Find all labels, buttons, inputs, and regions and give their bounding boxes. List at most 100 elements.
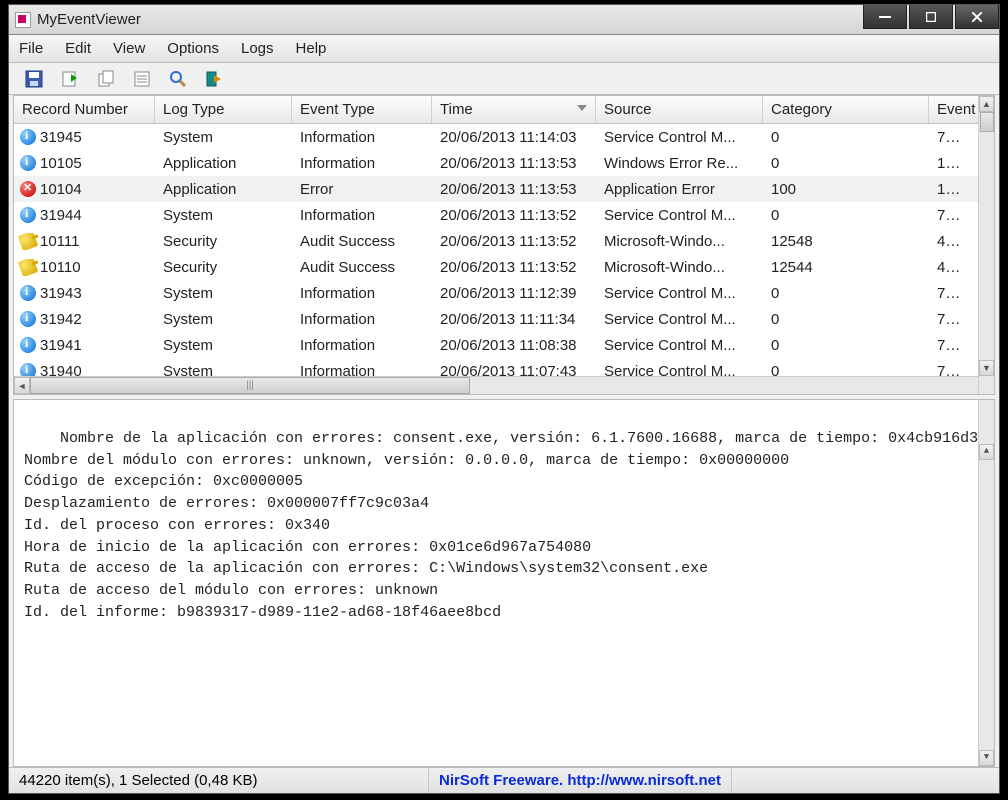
table-row[interactable]: 10105ApplicationInformation20/06/2013 11… xyxy=(14,150,994,176)
cell-evid: 7036 xyxy=(929,207,983,224)
app-window: MyEventViewer File Edit View Options Log… xyxy=(8,4,1000,794)
cell-time: 20/06/2013 11:08:38 xyxy=(432,337,596,354)
table-row[interactable]: 31942SystemInformation20/06/2013 11:11:3… xyxy=(14,306,994,332)
close-button[interactable] xyxy=(955,5,999,29)
table-row[interactable]: 31944SystemInformation20/06/2013 11:13:5… xyxy=(14,202,994,228)
vscroll-thumb[interactable] xyxy=(980,112,994,132)
table-row[interactable]: 31940SystemInformation20/06/2013 11:07:4… xyxy=(14,358,994,376)
cell-event: Information xyxy=(292,311,432,328)
copy-icon[interactable] xyxy=(95,68,117,90)
save-icon[interactable] xyxy=(23,68,45,90)
window-title: MyEventViewer xyxy=(37,11,861,28)
refresh-icon[interactable] xyxy=(59,68,81,90)
col-event-type[interactable]: Event Type xyxy=(292,96,432,123)
cell-cat: 0 xyxy=(763,311,929,328)
col-event-id[interactable]: Event xyxy=(929,96,983,123)
cell-time: 20/06/2013 11:13:52 xyxy=(432,233,596,250)
col-record-number[interactable]: Record Number xyxy=(14,96,155,123)
cell-source: Service Control M... xyxy=(596,311,763,328)
table-vscroll[interactable]: ▲ ▼ xyxy=(978,96,994,394)
cell-event: Information xyxy=(292,129,432,146)
event-detail-pane[interactable]: Nombre de la aplicación con errores: con… xyxy=(13,399,995,767)
col-source[interactable]: Source xyxy=(596,96,763,123)
table-row[interactable]: 10111SecurityAudit Success20/06/2013 11:… xyxy=(14,228,994,254)
menu-logs[interactable]: Logs xyxy=(241,40,274,57)
cell-record: 10110 xyxy=(40,259,81,276)
cell-time: 20/06/2013 11:13:53 xyxy=(432,155,596,172)
table-row[interactable]: 10104ApplicationError20/06/2013 11:13:53… xyxy=(14,176,994,202)
maximize-button[interactable] xyxy=(909,5,953,29)
cell-time: 20/06/2013 11:13:52 xyxy=(432,207,596,224)
cell-time: 20/06/2013 11:12:39 xyxy=(432,285,596,302)
cell-evid: 7036 xyxy=(929,311,983,328)
col-log-type[interactable]: Log Type xyxy=(155,96,292,123)
detail-vscroll[interactable]: ▲ ▼ xyxy=(978,400,994,766)
status-credit-link[interactable]: NirSoft Freeware. http://www.nirsoft.net xyxy=(429,768,732,793)
info-icon xyxy=(20,285,36,301)
cell-log: Security xyxy=(155,259,292,276)
detail-scroll-up-icon[interactable]: ▲ xyxy=(979,444,994,460)
menu-file[interactable]: File xyxy=(19,40,43,57)
scroll-down-icon[interactable]: ▼ xyxy=(979,360,994,376)
menu-help[interactable]: Help xyxy=(296,40,327,57)
menubar: File Edit View Options Logs Help xyxy=(9,35,999,63)
sort-desc-icon xyxy=(577,105,587,111)
cell-evid: 7036 xyxy=(929,285,983,302)
cell-source: Windows Error Re... xyxy=(596,155,763,172)
table-body: 31945SystemInformation20/06/2013 11:14:0… xyxy=(14,124,994,376)
menu-view[interactable]: View xyxy=(113,40,145,57)
audit-success-icon xyxy=(18,233,39,250)
exit-icon[interactable] xyxy=(203,68,225,90)
minimize-button[interactable] xyxy=(863,5,907,29)
cell-log: System xyxy=(155,285,292,302)
cell-source: Service Control M... xyxy=(596,129,763,146)
scroll-left-icon[interactable]: ◄ xyxy=(14,377,30,394)
cell-log: System xyxy=(155,337,292,354)
table-hscroll[interactable]: ◄ ||| ► xyxy=(14,376,994,394)
cell-cat: 0 xyxy=(763,129,929,146)
cell-source: Service Control M... xyxy=(596,285,763,302)
scroll-up-icon[interactable]: ▲ xyxy=(979,96,994,112)
cell-record: 31944 xyxy=(40,207,82,224)
menu-edit[interactable]: Edit xyxy=(65,40,91,57)
cell-event: Error xyxy=(292,181,432,198)
hscroll-track[interactable]: ||| xyxy=(30,377,978,394)
status-count: 44220 item(s), 1 Selected (0,48 KB) xyxy=(9,768,429,793)
cell-log: System xyxy=(155,129,292,146)
cell-cat: 0 xyxy=(763,155,929,172)
cell-cat: 0 xyxy=(763,363,929,377)
cell-log: System xyxy=(155,363,292,377)
cell-log: Application xyxy=(155,155,292,172)
properties-icon[interactable] xyxy=(131,68,153,90)
table-row[interactable]: 31945SystemInformation20/06/2013 11:14:0… xyxy=(14,124,994,150)
cell-record: 10111 xyxy=(40,233,80,250)
find-icon[interactable] xyxy=(167,68,189,90)
cell-log: System xyxy=(155,311,292,328)
cell-cat: 0 xyxy=(763,207,929,224)
cell-log: Security xyxy=(155,233,292,250)
cell-source: Service Control M... xyxy=(596,207,763,224)
window-buttons xyxy=(861,5,999,34)
cell-evid: 1000 xyxy=(929,181,983,198)
cell-cat: 12544 xyxy=(763,259,929,276)
cell-event: Audit Success xyxy=(292,259,432,276)
cell-record: 10104 xyxy=(40,181,82,198)
titlebar: MyEventViewer xyxy=(9,5,999,35)
col-time[interactable]: Time xyxy=(432,96,596,123)
table-row[interactable]: 31941SystemInformation20/06/2013 11:08:3… xyxy=(14,332,994,358)
cell-source: Microsoft-Windo... xyxy=(596,259,763,276)
col-category[interactable]: Category xyxy=(763,96,929,123)
hscroll-thumb[interactable]: ||| xyxy=(30,377,470,394)
cell-time: 20/06/2013 11:07:43 xyxy=(432,363,596,377)
cell-cat: 100 xyxy=(763,181,929,198)
cell-event: Information xyxy=(292,337,432,354)
table-row[interactable]: 31943SystemInformation20/06/2013 11:12:3… xyxy=(14,280,994,306)
cell-time: 20/06/2013 11:13:53 xyxy=(432,181,596,198)
cell-record: 31942 xyxy=(40,311,82,328)
detail-scroll-down-icon[interactable]: ▼ xyxy=(979,750,994,766)
cell-evid: 4624 xyxy=(929,259,983,276)
cell-record: 31945 xyxy=(40,129,82,146)
menu-options[interactable]: Options xyxy=(167,40,219,57)
table-row[interactable]: 10110SecurityAudit Success20/06/2013 11:… xyxy=(14,254,994,280)
info-icon xyxy=(20,129,36,145)
